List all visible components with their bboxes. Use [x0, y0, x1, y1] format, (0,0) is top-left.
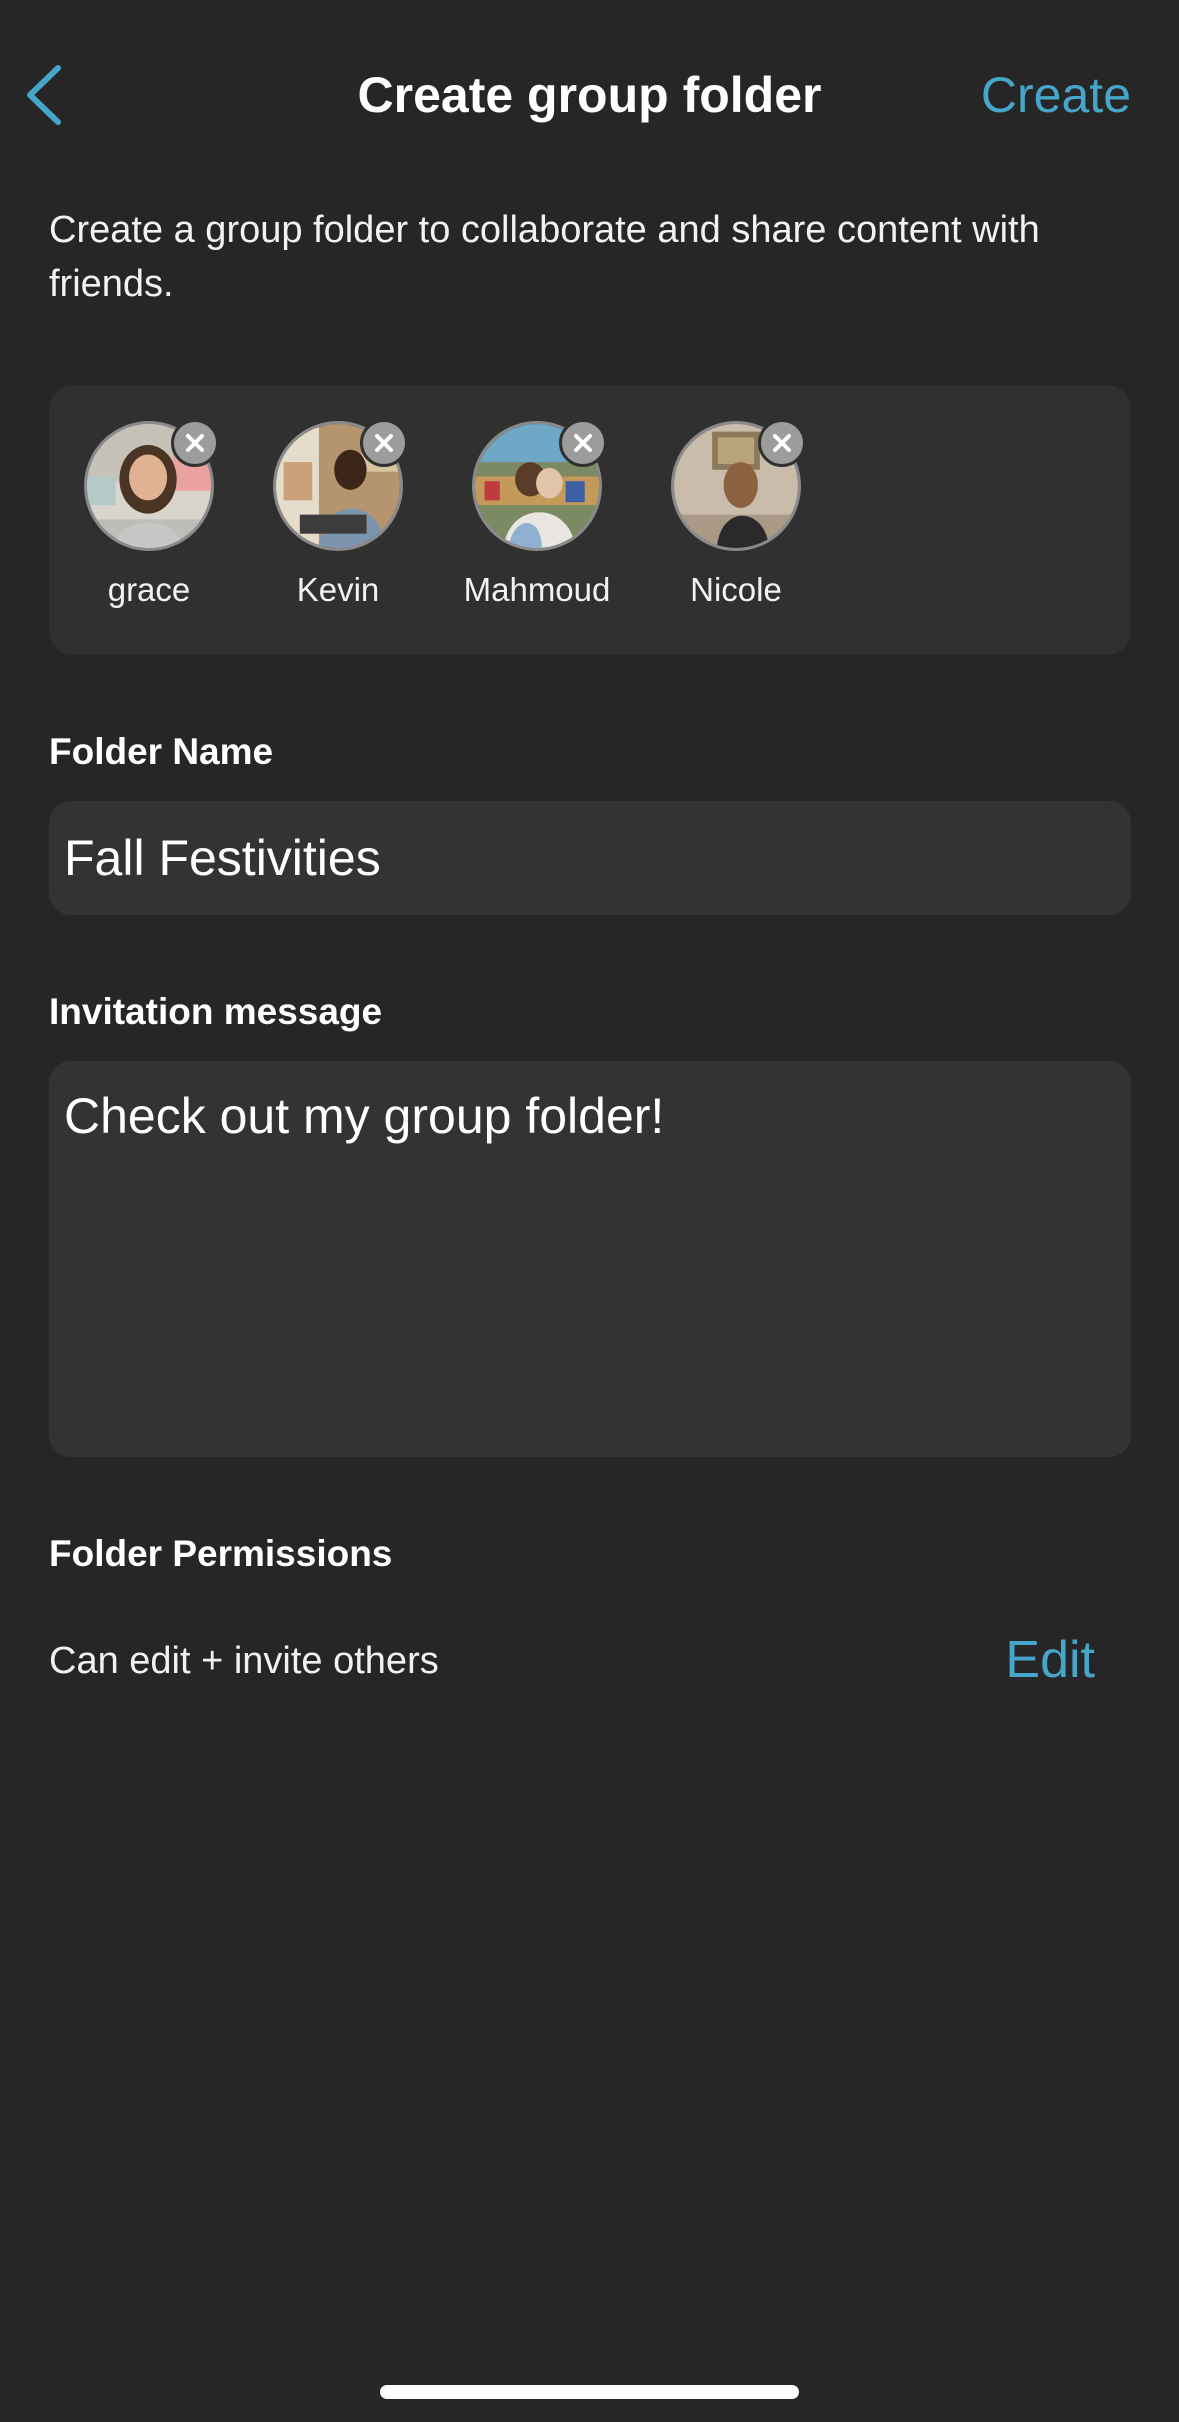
remove-recipient-button[interactable]	[758, 419, 806, 467]
remove-recipient-button[interactable]	[171, 419, 219, 467]
recipient-mahmoud: Mahmoud	[437, 419, 637, 631]
invitation-message-label: Invitation message	[49, 991, 383, 1032]
create-button[interactable]: Create	[981, 60, 1131, 130]
folder-permissions-label: Folder Permissions	[49, 1533, 393, 1574]
recipient-name: grace	[107, 571, 191, 608]
recipient-name: Kevin	[296, 571, 380, 608]
recipients-card: grace Kevin Mahmoud Nicole	[49, 385, 1131, 655]
create-group-folder-screen: Create group folder Create Create a grou…	[0, 0, 1179, 2422]
permission-value: Can edit + invite others	[49, 1640, 439, 1682]
remove-recipient-button[interactable]	[559, 419, 607, 467]
close-icon	[375, 434, 393, 452]
invitation-message-input[interactable]: Check out my group folder!	[49, 1061, 1131, 1457]
recipient-name: Mahmoud	[463, 571, 611, 608]
recipient-grace: grace	[49, 419, 249, 631]
close-icon	[773, 434, 791, 452]
folder-name-input[interactable]: Fall Festivities	[49, 801, 1131, 915]
edit-permissions-button[interactable]: Edit	[1005, 1630, 1095, 1690]
folder-name-label: Folder Name	[49, 731, 274, 772]
remove-recipient-button[interactable]	[360, 419, 408, 467]
recipient-kevin: Kevin	[238, 419, 438, 631]
home-indicator[interactable]	[380, 2385, 799, 2399]
close-icon	[186, 434, 204, 452]
recipient-nicole: Nicole	[636, 419, 836, 631]
recipient-name: Nicole	[690, 571, 782, 608]
close-icon	[574, 434, 592, 452]
description-text: Create a group folder to collaborate and…	[49, 209, 1040, 305]
